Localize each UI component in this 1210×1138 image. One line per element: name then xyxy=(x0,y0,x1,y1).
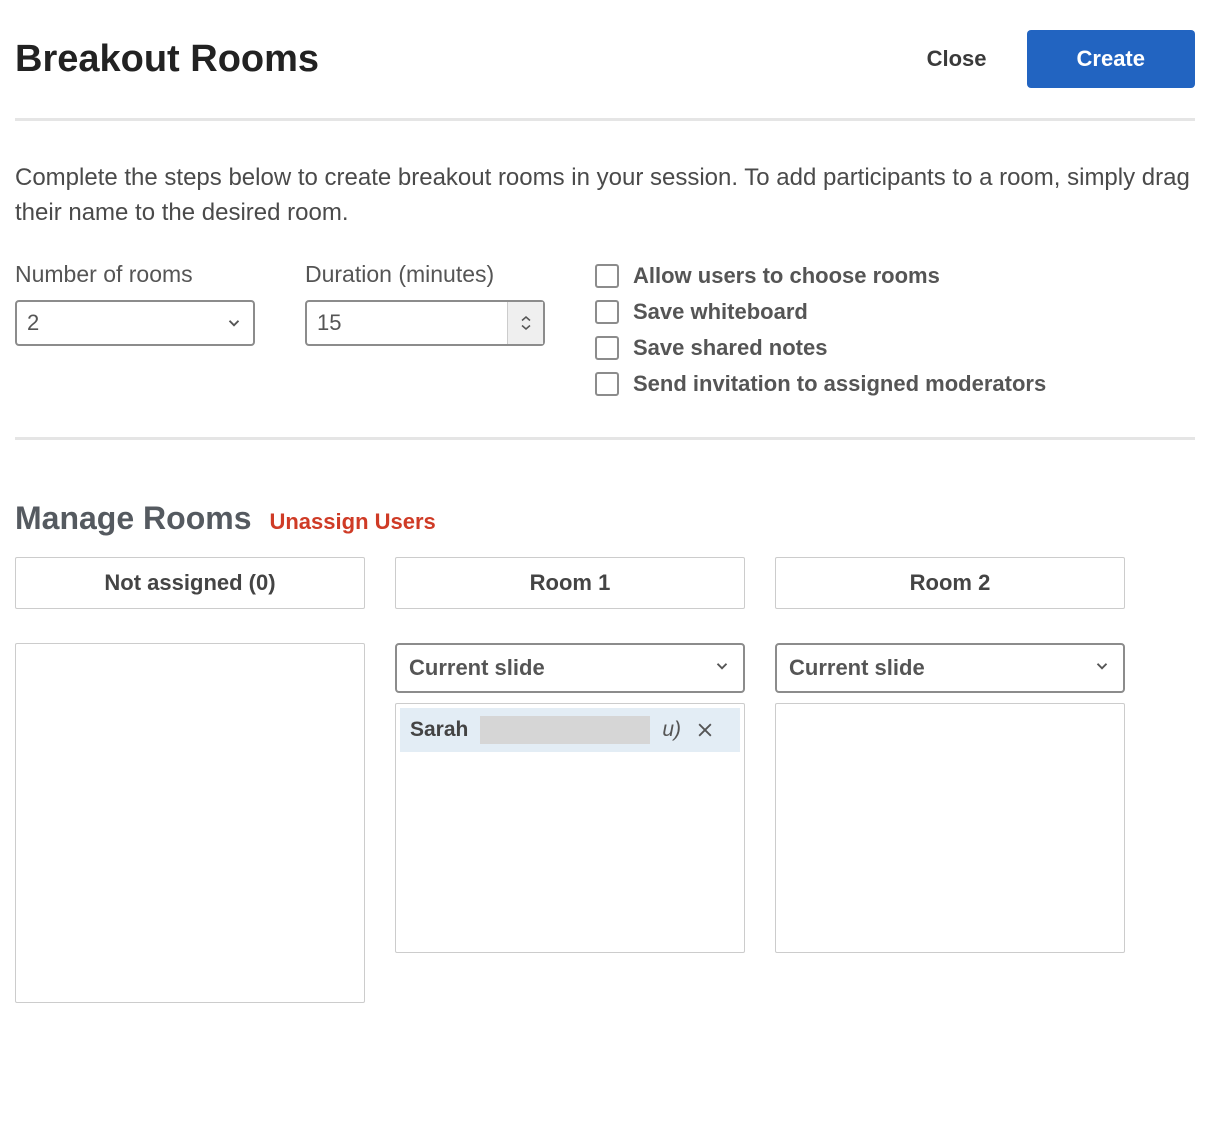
room1-slide-select[interactable]: Current slide xyxy=(395,643,745,693)
option-allow-choose[interactable]: Allow users to choose rooms xyxy=(595,263,1195,289)
duration-stepper[interactable]: 15 xyxy=(305,300,545,346)
unassigned-column xyxy=(15,557,365,1003)
room2-dropzone[interactable] xyxy=(775,703,1125,953)
rooms-count-group: Number of rooms 2 xyxy=(15,261,255,346)
unassigned-header xyxy=(15,557,365,609)
instructions-text: Complete the steps below to create break… xyxy=(15,161,1195,231)
remove-user-button[interactable] xyxy=(695,720,715,740)
checkbox-icon xyxy=(595,372,619,396)
rooms-count-value: 2 xyxy=(15,300,255,346)
room1-column: Current slide Sarah u) xyxy=(395,557,745,1003)
unassign-users-link[interactable]: Unassign Users xyxy=(269,509,435,535)
option-label: Allow users to choose rooms xyxy=(633,263,940,289)
rooms-grid: Current slide Sarah u) xyxy=(15,557,1195,1003)
header-actions: Close Create xyxy=(927,30,1195,88)
room2-column: Current slide xyxy=(775,557,1125,1003)
create-button[interactable]: Create xyxy=(1027,30,1195,88)
option-label: Save shared notes xyxy=(633,335,827,361)
redacted-text xyxy=(480,716,650,744)
room2-slide-value: Current slide xyxy=(789,655,925,681)
option-invite-moderators[interactable]: Send invitation to assigned moderators xyxy=(595,371,1195,397)
rooms-count-select[interactable]: 2 xyxy=(15,300,255,346)
rooms-count-label: Number of rooms xyxy=(15,261,255,288)
dialog-header: Breakout Rooms Close Create xyxy=(15,30,1195,121)
page-title: Breakout Rooms xyxy=(15,38,319,81)
manage-title: Manage Rooms xyxy=(15,500,251,537)
room1-dropzone[interactable]: Sarah u) xyxy=(395,703,745,953)
room2-name-input[interactable] xyxy=(775,557,1125,609)
room2-slide-select[interactable]: Current slide xyxy=(775,643,1125,693)
option-save-whiteboard[interactable]: Save whiteboard xyxy=(595,299,1195,325)
duration-group: Duration (minutes) 15 xyxy=(305,261,545,346)
chevron-down-icon xyxy=(1093,655,1111,681)
user-suffix: u) xyxy=(662,718,681,742)
chevron-down-icon xyxy=(713,655,731,681)
stepper-icon xyxy=(507,302,543,344)
checkbox-icon xyxy=(595,300,619,324)
option-label: Send invitation to assigned moderators xyxy=(633,371,1046,397)
room1-name-input[interactable] xyxy=(395,557,745,609)
option-label: Save whiteboard xyxy=(633,299,808,325)
duration-label: Duration (minutes) xyxy=(305,261,545,288)
manage-header: Manage Rooms Unassign Users xyxy=(15,500,1195,537)
option-save-notes[interactable]: Save shared notes xyxy=(595,335,1195,361)
checkbox-icon xyxy=(595,264,619,288)
close-button[interactable]: Close xyxy=(927,46,987,72)
checkbox-icon xyxy=(595,336,619,360)
room1-slide-value: Current slide xyxy=(409,655,545,681)
unassigned-dropzone[interactable] xyxy=(15,643,365,1003)
config-section: Number of rooms 2 Duration (minutes) 15 xyxy=(15,261,1195,440)
options-group: Allow users to choose rooms Save whitebo… xyxy=(595,261,1195,397)
user-chip[interactable]: Sarah u) xyxy=(400,708,740,752)
user-name: Sarah xyxy=(410,718,468,742)
